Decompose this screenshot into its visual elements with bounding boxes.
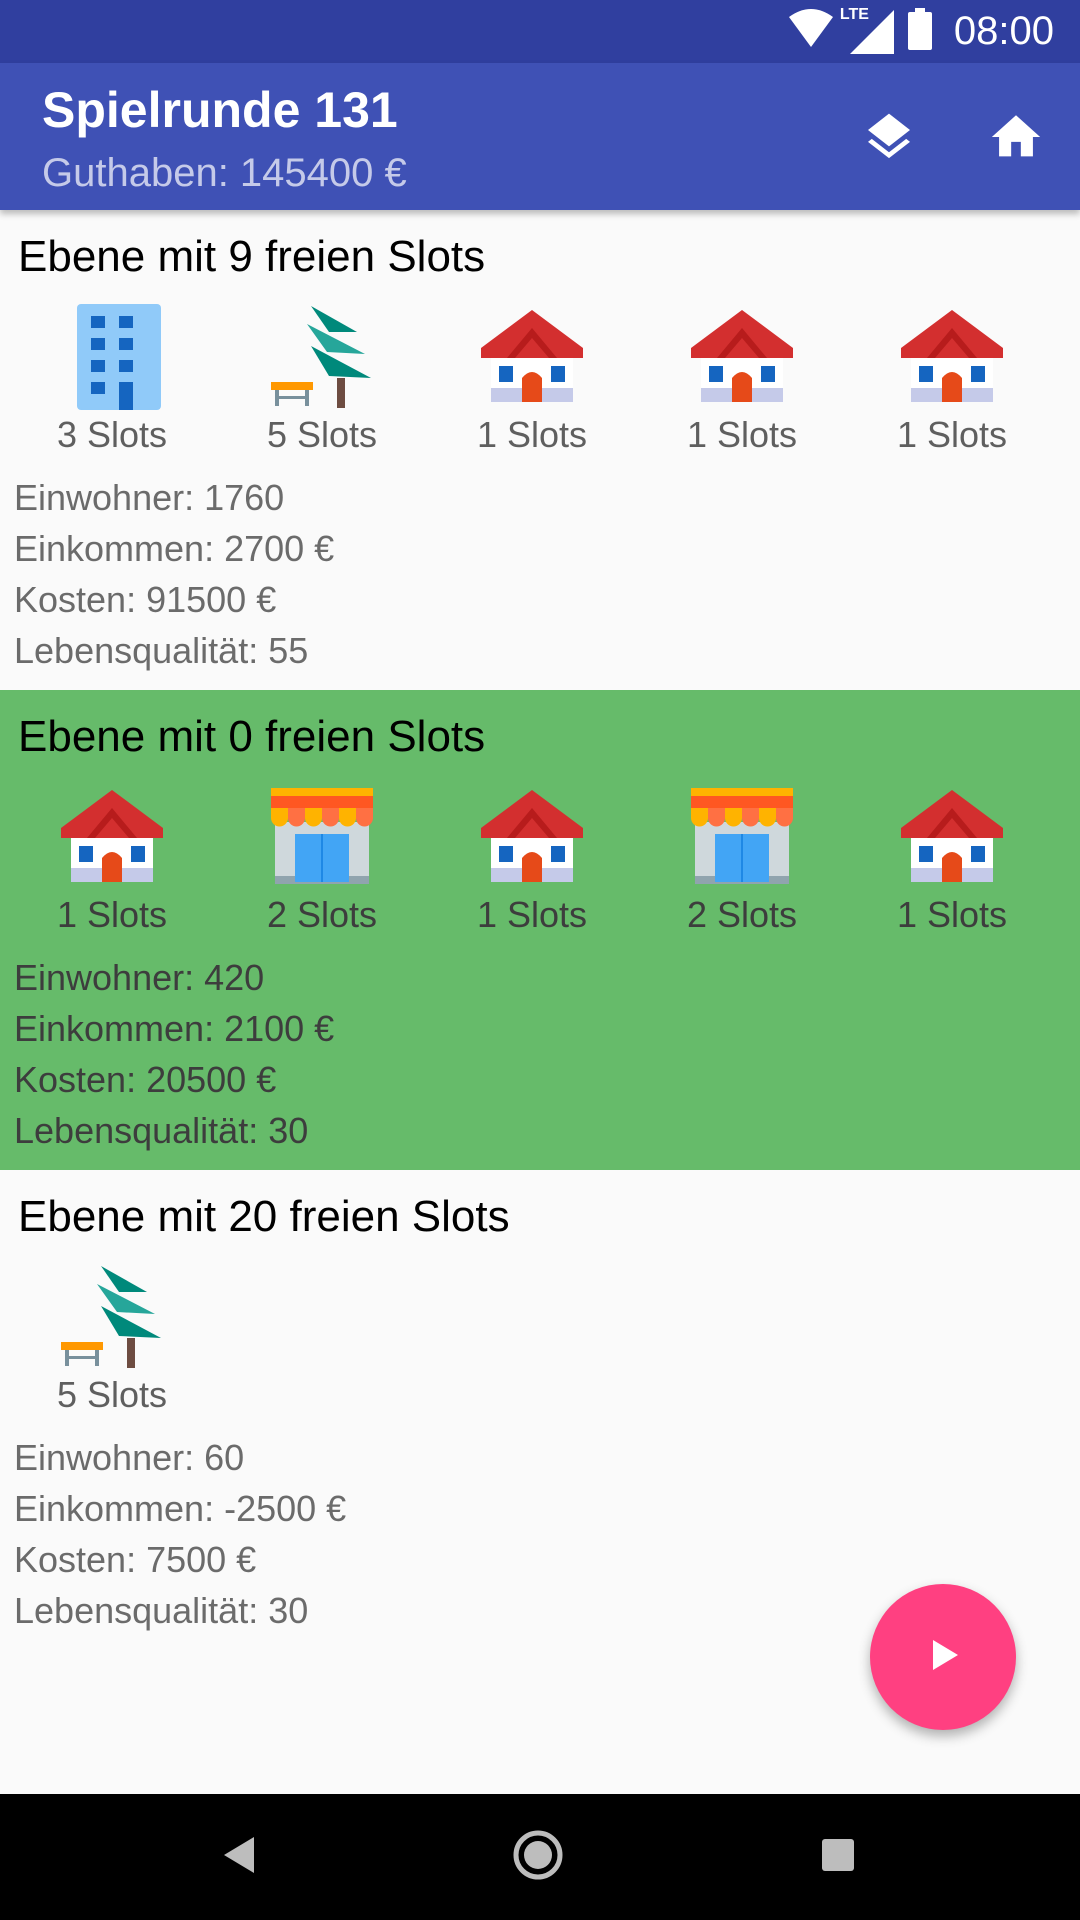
lte-signal-icon: LTE (840, 6, 894, 54)
level-title: Ebene mit 0 freien Slots (18, 712, 486, 761)
building-slots: 1 Slots (896, 414, 1008, 455)
level-card-selected[interactable]: Ebene mit 0 freien Slots 1 Slots 2 Slots… (0, 690, 1080, 1170)
stat-einwohner: Einwohner: 1760 (14, 477, 285, 518)
level-card[interactable]: Ebene mit 20 freien Slots 5 Slots Einwoh… (0, 1170, 1080, 1650)
house-icon (687, 302, 797, 412)
home-button[interactable] (976, 99, 1056, 179)
stat-lebensqualitaet: Lebensqualität: 30 (14, 1590, 309, 1631)
building-item[interactable]: 5 Slots (217, 302, 427, 455)
level-title: Ebene mit 9 freien Slots (18, 232, 486, 281)
level-stats: Einwohner: 420 Einkommen: 2100 € Kosten:… (14, 952, 334, 1156)
building-item[interactable]: 1 Slots (427, 782, 637, 935)
building-item[interactable]: 1 Slots (7, 782, 217, 935)
next-round-fab[interactable] (870, 1584, 1016, 1730)
building-slots: 3 Slots (56, 414, 168, 455)
level-stats: Einwohner: 60 Einkommen: -2500 € Kosten:… (14, 1432, 346, 1636)
park-icon (267, 302, 377, 412)
shop-icon (687, 782, 797, 892)
stat-lebensqualitaet: Lebensqualität: 30 (14, 1110, 309, 1151)
building-item[interactable]: 2 Slots (217, 782, 427, 935)
building-row: 3 Slots 5 Slots 1 Slots 1 Slots 1 Slots (0, 302, 1080, 455)
stat-einkommen: Einkommen: 2700 € (14, 528, 335, 569)
stat-einkommen: Einkommen: -2500 € (14, 1488, 347, 1529)
shop-icon (267, 782, 377, 892)
house-icon (897, 302, 1007, 412)
park-icon (57, 1262, 167, 1372)
recents-button[interactable] (808, 1827, 868, 1887)
building-item[interactable]: 1 Slots (637, 302, 847, 455)
building-slots: 1 Slots (56, 894, 168, 935)
app-bar: Spielrunde 131 Guthaben: 145400 € (0, 63, 1080, 210)
office-building-icon (57, 302, 167, 412)
status-bar: LTE 08:00 (0, 0, 1080, 63)
level-stats: Einwohner: 1760 Einkommen: 2700 € Kosten… (14, 472, 334, 676)
level-title: Ebene mit 20 freien Slots (18, 1192, 510, 1241)
wifi-icon (788, 9, 834, 54)
building-row: 1 Slots 2 Slots 1 Slots 2 Slots 1 Slots (0, 782, 1080, 935)
building-item[interactable]: 1 Slots (847, 302, 1057, 455)
house-icon (477, 782, 587, 892)
page-title: Spielrunde 131 (42, 82, 398, 138)
home-nav-button[interactable] (508, 1827, 568, 1887)
home-circle-icon (512, 1829, 564, 1886)
building-slots: 1 Slots (686, 414, 798, 455)
back-icon (220, 1835, 260, 1880)
back-button[interactable] (210, 1827, 270, 1887)
building-item[interactable]: 1 Slots (427, 302, 637, 455)
stat-kosten: Kosten: 20500 € (14, 1059, 277, 1100)
layers-button[interactable] (849, 99, 929, 179)
house-icon (897, 782, 1007, 892)
building-slots: 2 Slots (266, 894, 378, 935)
house-icon (57, 782, 167, 892)
recents-icon (820, 1837, 856, 1878)
stat-kosten: Kosten: 91500 € (14, 579, 277, 620)
building-slots: 5 Slots (56, 1374, 168, 1415)
building-slots: 2 Slots (686, 894, 798, 935)
level-card[interactable]: Ebene mit 9 freien Slots 3 Slots 5 Slots… (0, 210, 1080, 690)
stat-einkommen: Einkommen: 2100 € (14, 1008, 335, 1049)
stat-lebensqualitaet: Lebensqualität: 55 (14, 630, 309, 671)
building-item[interactable]: 5 Slots (7, 1262, 217, 1415)
building-item[interactable]: 1 Slots (847, 782, 1057, 935)
balance-subtitle: Guthaben: 145400 € (42, 151, 407, 195)
building-row: 5 Slots (0, 1262, 1080, 1415)
building-item[interactable]: 2 Slots (637, 782, 847, 935)
status-time: 08:00 (953, 9, 1054, 53)
stat-kosten: Kosten: 7500 € (14, 1539, 257, 1580)
play-icon (923, 1635, 963, 1680)
building-slots: 1 Slots (476, 414, 588, 455)
battery-icon (907, 8, 932, 55)
building-slots: 1 Slots (476, 894, 588, 935)
system-nav-bar (0, 1794, 1080, 1920)
stat-einwohner: Einwohner: 60 (14, 1437, 245, 1478)
level-list: Ebene mit 9 freien Slots 3 Slots 5 Slots… (0, 210, 1080, 1794)
home-icon (987, 108, 1045, 171)
building-slots: 5 Slots (266, 414, 378, 455)
house-icon (477, 302, 587, 412)
stat-einwohner: Einwohner: 420 (14, 957, 265, 998)
building-item[interactable]: 3 Slots (7, 302, 217, 455)
layers-icon (861, 109, 917, 170)
network-type-label: LTE (839, 5, 869, 23)
building-slots: 1 Slots (896, 894, 1008, 935)
